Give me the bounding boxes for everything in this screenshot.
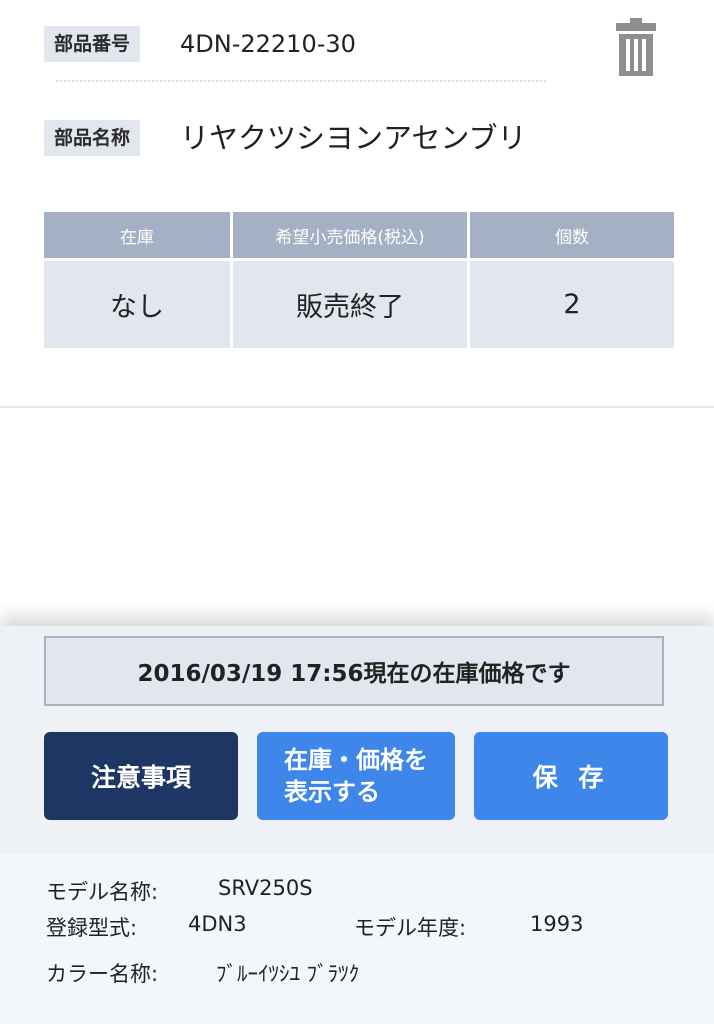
- show-stock-price-label-line2: 表示する: [284, 778, 380, 806]
- separator: [56, 80, 546, 82]
- cell-quantity: 2: [470, 261, 674, 348]
- model-name-value: SRV250S: [218, 876, 313, 900]
- delete-button[interactable]: [614, 18, 658, 78]
- model-year-value: 1993: [530, 912, 584, 936]
- stock-timestamp-notice: 2016/03/19 17:56現在の在庫価格です: [44, 636, 664, 706]
- registration-type-label: 登録型式:: [46, 916, 138, 940]
- show-stock-price-button[interactable]: 在庫・価格を 表示する: [257, 732, 455, 820]
- table-row: なし 販売終了 2: [44, 261, 674, 348]
- header-quantity: 個数: [470, 212, 674, 261]
- cell-stock: なし: [44, 261, 230, 348]
- registration-type-value: 4DN3: [188, 912, 247, 936]
- cell-price: 販売終了: [233, 261, 467, 348]
- save-button[interactable]: 保 存: [474, 732, 668, 820]
- trash-icon: [616, 18, 656, 76]
- show-stock-price-label-line1: 在庫・価格を: [284, 746, 428, 774]
- model-name-label: モデル名称:: [46, 880, 159, 904]
- color-name-label: カラー名称:: [46, 962, 159, 986]
- section-divider: [0, 406, 714, 408]
- table-header-row: 在庫 希望小売価格(税込) 個数: [44, 212, 674, 261]
- part-number-label: 部品番号: [44, 26, 141, 62]
- part-name-label: 部品名称: [44, 120, 141, 156]
- model-year-label: モデル年度:: [354, 916, 467, 940]
- color-name-value: ﾌﾞﾙｰｲﾂｼﾕ ﾌﾞﾗﾂｸ: [216, 962, 360, 986]
- notes-button[interactable]: 注意事項: [44, 732, 238, 820]
- header-price: 希望小売価格(税込): [233, 212, 467, 261]
- part-number-value: 4DN-22210-30: [180, 30, 356, 58]
- header-stock: 在庫: [44, 212, 230, 261]
- stock-table: 在庫 希望小売価格(税込) 個数 なし 販売終了 2: [41, 212, 677, 348]
- part-name-value: リヤクツシヨンアセンブリ: [180, 121, 527, 155]
